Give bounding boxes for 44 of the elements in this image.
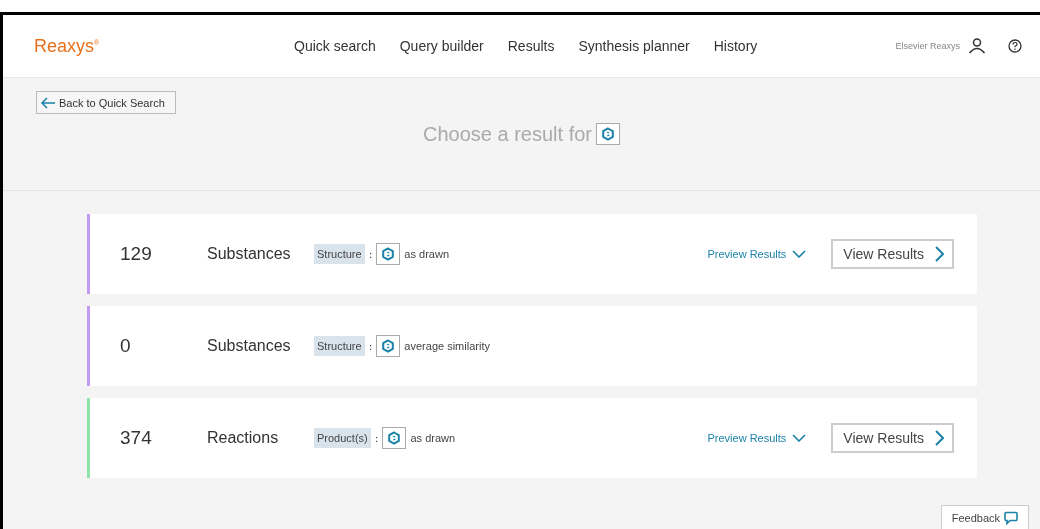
hexagon-icon xyxy=(381,339,396,353)
query-field-tag: Structure xyxy=(314,244,365,264)
separator: : xyxy=(374,431,379,445)
feedback-button[interactable]: Feedback xyxy=(940,505,1029,529)
chevron-right-icon xyxy=(934,246,944,262)
view-results-button[interactable]: View Results xyxy=(831,239,954,269)
speech-bubble-icon xyxy=(1004,510,1018,525)
back-button[interactable]: Back to Quick Search xyxy=(36,91,176,114)
separator: : xyxy=(368,339,373,353)
nav-link[interactable]: Synthesis planner xyxy=(578,38,690,54)
match-type: average similarity xyxy=(404,340,490,352)
result-count: 129 xyxy=(119,243,153,265)
view-results-button[interactable]: View Results xyxy=(831,423,954,453)
nav-link[interactable]: Quick search xyxy=(294,38,376,54)
left-arrow-icon xyxy=(40,96,56,109)
nav-link[interactable]: History xyxy=(713,38,758,54)
result-type: Reactions xyxy=(207,429,280,447)
structure-thumbnail[interactable] xyxy=(376,243,401,265)
chevron-right-icon xyxy=(934,430,944,446)
user-icon[interactable] xyxy=(968,38,986,54)
structure-thumbnail[interactable] xyxy=(382,427,407,449)
query-field-tag: Product(s) xyxy=(314,428,371,448)
result-type: Substances xyxy=(207,245,292,263)
chevron-down-icon xyxy=(792,434,807,442)
structure-thumbnail[interactable] xyxy=(596,123,620,145)
page-title: Choose a result for xyxy=(423,122,592,146)
chevron-down-icon xyxy=(792,250,807,258)
hexagon-icon xyxy=(381,247,396,261)
match-type: as drawn xyxy=(404,248,449,260)
result-count: 0 xyxy=(119,335,132,357)
nav-link[interactable]: Query builder xyxy=(399,38,484,54)
hexagon-icon xyxy=(601,127,615,141)
help-icon[interactable] xyxy=(1008,39,1022,53)
result-count: 374 xyxy=(119,427,153,449)
nav-link[interactable]: Results xyxy=(507,38,555,54)
structure-thumbnail[interactable] xyxy=(376,335,401,357)
separator: : xyxy=(368,247,373,261)
query-field-tag: Structure xyxy=(314,336,365,356)
match-type: as drawn xyxy=(410,432,456,444)
hexagon-icon xyxy=(387,431,402,445)
user-name: Elsevier Reaxys xyxy=(895,41,960,51)
result-type: Substances xyxy=(207,337,292,355)
preview-results-link[interactable]: Preview Results xyxy=(707,432,807,444)
preview-results-link[interactable]: Preview Results xyxy=(707,248,807,260)
